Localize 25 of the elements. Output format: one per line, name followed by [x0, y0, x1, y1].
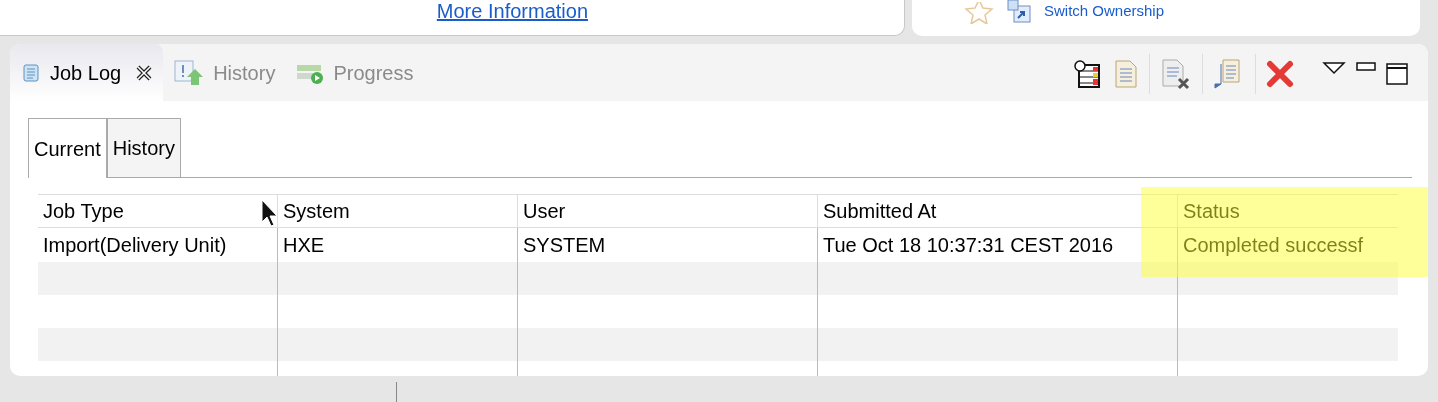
column-header[interactable]: User: [517, 195, 817, 227]
column-header[interactable]: Status: [1177, 195, 1398, 227]
star-icon: [964, 2, 994, 24]
tab-label: History: [213, 60, 276, 86]
minimize-icon[interactable]: [1356, 62, 1376, 72]
close-icon[interactable]: [135, 63, 154, 82]
column-header[interactable]: System: [277, 195, 517, 227]
tab-label: Progress: [333, 60, 414, 86]
view-menu-icon[interactable]: [1322, 61, 1346, 75]
more-information-link[interactable]: More Information: [436, 1, 588, 21]
table-cell-text: Import(Delivery Unit): [42, 233, 228, 258]
swap-icon: [1006, 0, 1032, 26]
remove-document-icon[interactable]: [1160, 58, 1192, 90]
maximize-icon[interactable]: [1386, 63, 1408, 85]
view-tab[interactable]: Job Log: [10, 44, 164, 101]
switch-ownership-action[interactable]: Switch Ownership: [1044, 3, 1165, 18]
scroll-icon: [20, 61, 42, 84]
clock-table-icon[interactable]: [1073, 59, 1103, 89]
document-arrow-icon: [173, 58, 206, 87]
tab-label: Job Log: [50, 60, 122, 86]
column-header[interactable]: Submitted At: [817, 195, 1177, 227]
mouse-pointer-icon: [261, 199, 279, 227]
inner-tab[interactable]: History: [106, 118, 181, 177]
delete-icon[interactable]: [1266, 60, 1294, 88]
inner-tab[interactable]: Current: [28, 118, 107, 178]
